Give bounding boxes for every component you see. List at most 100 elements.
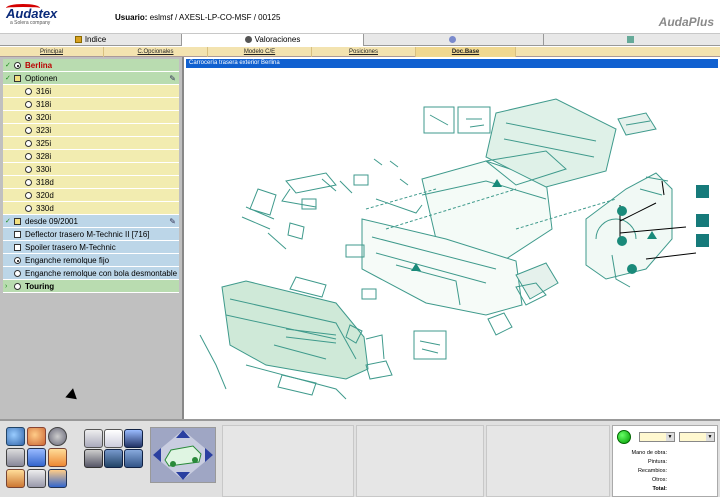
search-parts-icon[interactable] [27, 427, 46, 446]
dropdown-1[interactable]: ▼ [639, 432, 675, 442]
bottom-toolbar: ▼ ▼ Mano de obra: Pintura: Recambios: Ot… [0, 419, 720, 497]
edit-icon[interactable] [6, 469, 25, 488]
model-label: 330d [36, 204, 54, 213]
model-radio[interactable] [25, 127, 32, 134]
option-label: Deflector trasero M-Technic II [716] [25, 230, 150, 239]
expand-chevron-icon[interactable]: ✓ [5, 215, 11, 228]
list-icon[interactable] [84, 429, 103, 448]
tab-indice[interactable]: Indice [0, 34, 182, 46]
position-tile-3[interactable] [696, 234, 709, 247]
model-radio[interactable] [25, 166, 32, 173]
document-icon[interactable] [27, 448, 46, 467]
tree-item-model[interactable]: 316i [3, 85, 179, 98]
tree-item-label: Optionen [25, 74, 58, 83]
tree-item-desde[interactable]: ✓ desde 09/2001 ✎ [3, 215, 179, 228]
option-checkbox[interactable] [14, 244, 21, 251]
option-radio[interactable] [14, 257, 21, 264]
tree-item-label: desde 09/2001 [25, 217, 78, 226]
touring-radio[interactable] [14, 283, 21, 290]
chevron-down-icon[interactable]: ▼ [706, 433, 714, 441]
expand-chevron-icon[interactable]: › [5, 280, 7, 293]
position-tile-1[interactable] [696, 185, 709, 198]
subtab-principal[interactable]: Principal [0, 47, 104, 57]
model-radio[interactable] [25, 140, 32, 147]
hotspot-circle-icon[interactable] [617, 236, 627, 246]
tab-3[interactable] [364, 34, 544, 46]
tab-4[interactable] [544, 34, 720, 46]
hotspot-circle-icon[interactable] [617, 206, 627, 216]
cart-icon[interactable] [48, 469, 67, 488]
subtab-posiciones[interactable]: Posiciones [312, 47, 416, 57]
tail-light-part[interactable] [515, 262, 559, 300]
optionen-checkbox[interactable] [14, 75, 21, 82]
subtab-doc-base[interactable]: Doc.Base [416, 47, 516, 57]
tree-item-berlina[interactable]: ✓ Berlina [3, 59, 179, 72]
model-radio[interactable] [25, 179, 32, 186]
tree-item-option[interactable]: Enganche remolque fijo [3, 254, 179, 267]
tree-item-label: Berlina [25, 61, 53, 70]
calculate-icon[interactable] [6, 448, 25, 467]
tab-valoraciones[interactable]: Valoraciones [182, 34, 364, 46]
bracket-part[interactable] [285, 172, 337, 194]
info-panel-3 [486, 425, 610, 497]
hotspot-circle-icon[interactable] [627, 264, 637, 274]
tree-item-model[interactable]: 325i [3, 137, 179, 150]
subtab-opcionales[interactable]: C.Opcionales [104, 47, 208, 57]
model-radio[interactable] [25, 192, 32, 199]
sticker-part[interactable] [457, 106, 491, 134]
tree-item-option[interactable]: Spoiler trasero M-Technic [3, 241, 179, 254]
dropdown-2[interactable]: ▼ [679, 432, 715, 442]
model-radio[interactable] [25, 205, 32, 212]
desde-checkbox[interactable] [14, 218, 21, 225]
tree-item-optionen[interactable]: ✓ Optionen ✎ [3, 72, 179, 85]
model-radio[interactable] [25, 101, 32, 108]
index-icon [74, 36, 82, 43]
tree-item-model[interactable]: 330d [3, 202, 179, 215]
grid-icon[interactable] [124, 449, 143, 468]
quarter-panel-part[interactable] [585, 172, 673, 280]
recambios-label: Recambios: [637, 468, 667, 474]
model-radio[interactable] [25, 153, 32, 160]
edit-pencil-icon[interactable]: ✎ [169, 215, 176, 228]
tree-item-model[interactable]: 318i [3, 98, 179, 111]
exploded-parts-drawing[interactable] [186, 69, 718, 417]
tree-item-model[interactable]: 330i [3, 163, 179, 176]
zoom-in-icon[interactable] [6, 427, 25, 446]
info-i-icon[interactable] [124, 429, 143, 448]
vehicle-preview[interactable] [150, 427, 216, 483]
settings-gear-icon[interactable] [48, 427, 67, 446]
status-green-icon [617, 430, 631, 444]
page-icon[interactable] [104, 429, 123, 448]
tree-item-model[interactable]: 320d [3, 189, 179, 202]
model-label: 330i [36, 165, 52, 174]
model-radio[interactable] [25, 114, 32, 121]
model-label: 328i [36, 152, 52, 161]
license-mount-part[interactable] [413, 330, 447, 360]
tree-item-model[interactable]: 320i [3, 111, 179, 124]
camera-icon[interactable] [84, 449, 103, 468]
berlina-radio[interactable] [14, 62, 21, 69]
model-radio[interactable] [25, 88, 32, 95]
option-checkbox[interactable] [14, 231, 21, 238]
subtab-modelo[interactable]: Modelo C/E [208, 47, 312, 57]
tree-item-model[interactable]: 318d [3, 176, 179, 189]
position-tile-2[interactable] [696, 214, 709, 227]
user-label: Usuario: [115, 13, 148, 22]
info-icon[interactable] [48, 448, 67, 467]
tree-item-option[interactable]: Enganche remolque con bola desmontable [3, 267, 179, 280]
tree-item-model[interactable]: 328i [3, 150, 179, 163]
spoiler-part[interactable] [617, 112, 657, 136]
tree-item-model[interactable]: 323i [3, 124, 179, 137]
tree-item-option[interactable]: Deflector trasero M-Technic II [716] [3, 228, 179, 241]
expand-chevron-icon[interactable]: ✓ [5, 72, 11, 85]
parts-diagram-panel: Carrocería trasera exterior Berlina [186, 57, 720, 419]
edit-pencil-icon[interactable]: ✎ [169, 72, 176, 85]
tree-item-touring[interactable]: › Touring [3, 280, 179, 293]
printer-icon[interactable] [27, 469, 46, 488]
pintura-label: Pintura: [648, 459, 667, 465]
save-icon[interactable] [104, 449, 123, 468]
option-radio[interactable] [14, 270, 21, 277]
option-label: Enganche remolque fijo [25, 256, 110, 265]
expand-chevron-icon[interactable]: ✓ [5, 59, 11, 72]
chevron-down-icon[interactable]: ▼ [666, 433, 674, 441]
